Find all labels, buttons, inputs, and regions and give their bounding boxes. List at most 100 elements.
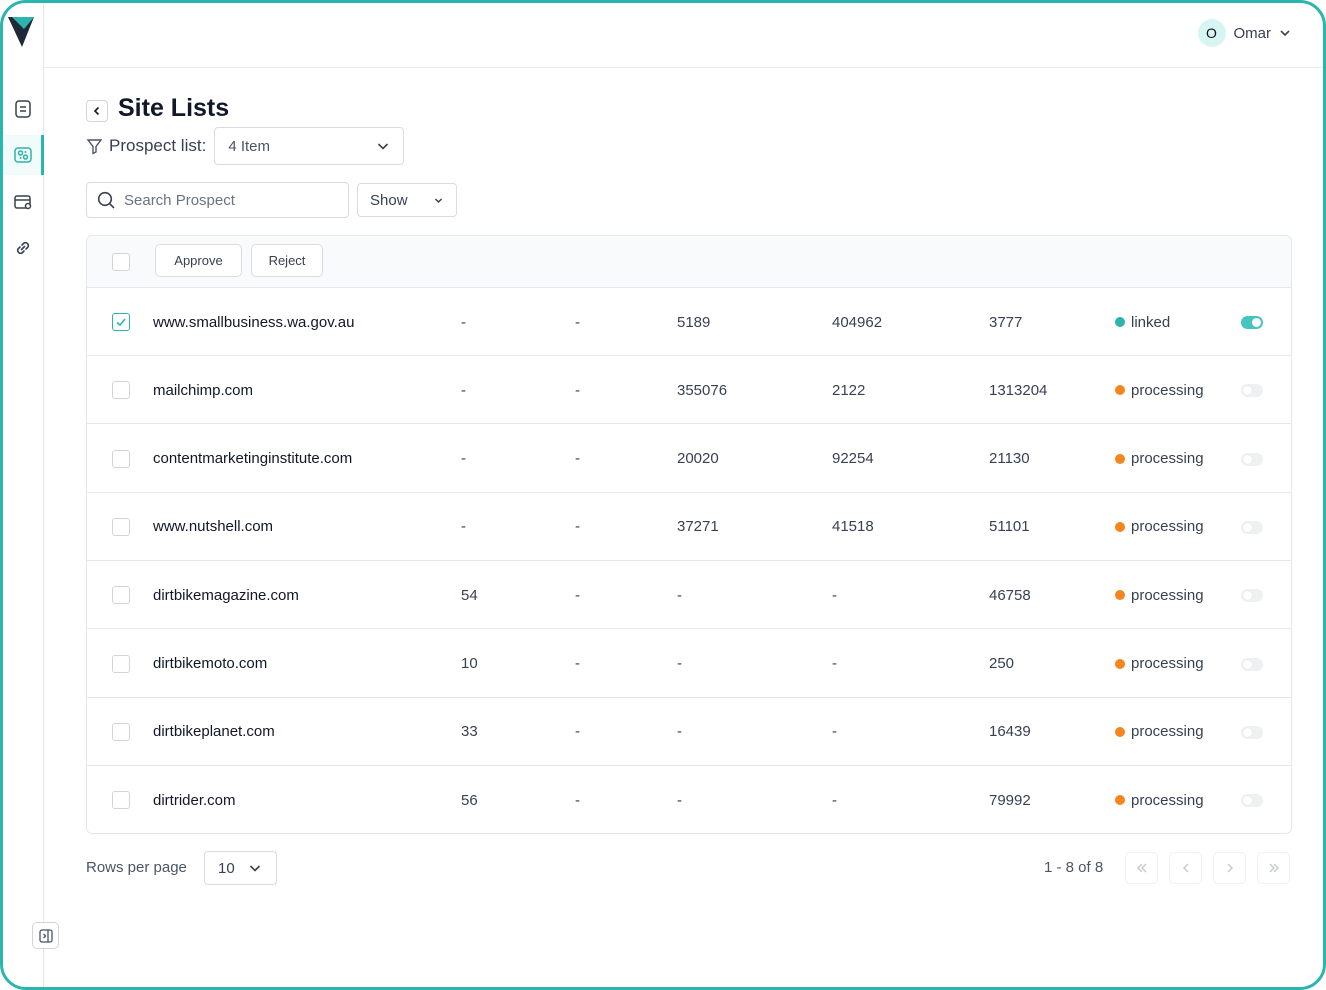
row-checkbox[interactable] [112,449,130,468]
table-row[interactable]: dirtrider.com 56 - - - 79992 processing [87,766,1291,833]
document-icon [15,100,31,118]
row-metric-c3: 5189 [677,313,711,331]
app-logo[interactable] [6,13,36,49]
show-label: Show [370,191,408,209]
row-toggle[interactable] [1241,657,1263,671]
status-badge: processing [1115,630,1204,698]
row-metric-c5: 16439 [989,723,1031,741]
row-metric-c4: 92254 [832,450,874,468]
row-metric-c1: - [461,450,466,468]
status-dot-icon [1115,317,1125,327]
table-row[interactable]: dirtbikemoto.com 10 - - - 250 processing [87,630,1291,698]
search-icon [97,191,115,209]
row-toggle[interactable] [1241,725,1263,739]
row-toggle[interactable] [1241,316,1263,329]
row-metric-c5: 250 [989,655,1015,672]
row-metric-c3: - [677,723,682,741]
table-row[interactable]: dirtbikemagazine.com 54 - - - 46758 processing [87,561,1291,630]
row-domain: dirtrider.com [153,791,236,809]
status-badge: processing [1115,766,1204,833]
row-metric-c4: 404962 [832,313,883,331]
sidebar-item-links[interactable] [3,228,43,268]
user-name: Omar [1233,24,1272,42]
sidebar-item-sites[interactable] [3,135,44,175]
row-checkbox[interactable] [112,791,130,810]
row-metric-c4: 41518 [832,518,874,536]
row-checkbox[interactable] [112,381,130,400]
chevron-left-icon [93,106,100,116]
table-row[interactable]: www.smallbusiness.wa.gov.au - - 5189 404962 3… [87,288,1291,356]
row-metric-c2: - [575,450,580,468]
row-toggle[interactable] [1241,520,1263,534]
row-domain: dirtbikeplanet.com [153,723,275,741]
row-metric-c5: 46758 [989,586,1031,604]
search-field[interactable] [86,182,349,218]
row-checkbox[interactable] [112,654,130,673]
prospect-list-value: 4 Item [228,137,270,155]
status-label: processing [1131,791,1204,809]
table-row[interactable]: www.nutshell.com - - 37271 41518 51101 process… [87,493,1291,561]
row-toggle[interactable] [1241,794,1263,808]
sites-icon [14,147,32,163]
prev-page-button[interactable] [1169,852,1202,884]
row-toggle[interactable] [1241,589,1263,603]
status-label: linked [1131,313,1171,331]
row-checkbox[interactable] [112,586,130,605]
row-metric-c2: - [575,313,580,331]
row-checkbox[interactable] [112,722,130,741]
row-metric-c3: 355076 [677,381,728,399]
prospect-list-label: Prospect list: [109,136,207,155]
approve-button[interactable]: Approve [155,244,242,277]
row-metric-c2: - [575,586,580,604]
chevron-down-icon [1280,30,1290,37]
rows-per-page-select[interactable]: 10 [204,851,277,885]
row-metric-c3: - [677,586,682,604]
show-dropdown[interactable]: Show [357,183,457,217]
last-page-button[interactable] [1257,852,1290,884]
row-domain: mailchimp.com [153,381,254,399]
site-list-table: Approve Reject www.smallbusiness.wa.gov.… [86,235,1292,834]
select-all-checkbox[interactable] [112,253,130,271]
back-button[interactable] [86,100,108,122]
status-label: processing [1131,723,1204,741]
row-domain: dirtbikemoto.com [153,655,268,672]
table-row[interactable]: dirtbikeplanet.com 33 - - - 16439 processing [87,698,1291,766]
search-input[interactable] [124,191,324,209]
first-page-button[interactable] [1125,852,1158,884]
prospect-list-select[interactable]: 4 Item [214,127,405,165]
status-dot-icon [1115,590,1125,601]
row-metric-c4: - [832,655,837,672]
link-icon [16,241,30,255]
app-window: O Omar Site Lists Prospect list: 4 Item … [0,0,1326,990]
reject-button[interactable]: Reject [251,244,323,277]
status-dot-icon [1115,726,1125,737]
row-metric-c4: 2122 [832,381,866,399]
row-metric-c3: - [677,655,682,672]
row-toggle[interactable] [1241,452,1263,466]
panel-expand-icon [38,928,53,943]
row-toggle[interactable] [1241,384,1263,398]
row-checkbox[interactable] [112,313,130,331]
top-bar: O Omar [44,3,1323,68]
status-badge: linked [1115,288,1170,356]
chevron-down-icon [434,197,443,203]
table-row[interactable]: mailchimp.com - - 355076 2122 1313204 processi… [87,356,1291,425]
status-label: processing [1131,518,1204,536]
status-badge: processing [1115,561,1204,629]
row-metric-c2: - [575,655,580,672]
chevron-down-icon [378,143,389,150]
row-metric-c1: 54 [461,586,478,604]
sidebar-item-documents[interactable] [3,89,43,129]
sidebar-item-cards[interactable] [3,182,43,222]
table-row[interactable]: contentmarketinginstitute.com - - 20020 9225… [87,425,1291,493]
row-checkbox[interactable] [112,517,130,536]
status-dot-icon [1115,658,1125,669]
sidebar-toggle-button[interactable] [32,922,59,949]
user-menu[interactable]: O Omar [1197,18,1292,48]
page-title: Site Lists [118,94,230,122]
row-metric-c2: - [575,723,580,741]
row-metric-c5: 3777 [989,313,1023,331]
status-badge: processing [1115,698,1204,766]
next-page-button[interactable] [1213,852,1246,884]
status-dot-icon [1115,453,1125,464]
